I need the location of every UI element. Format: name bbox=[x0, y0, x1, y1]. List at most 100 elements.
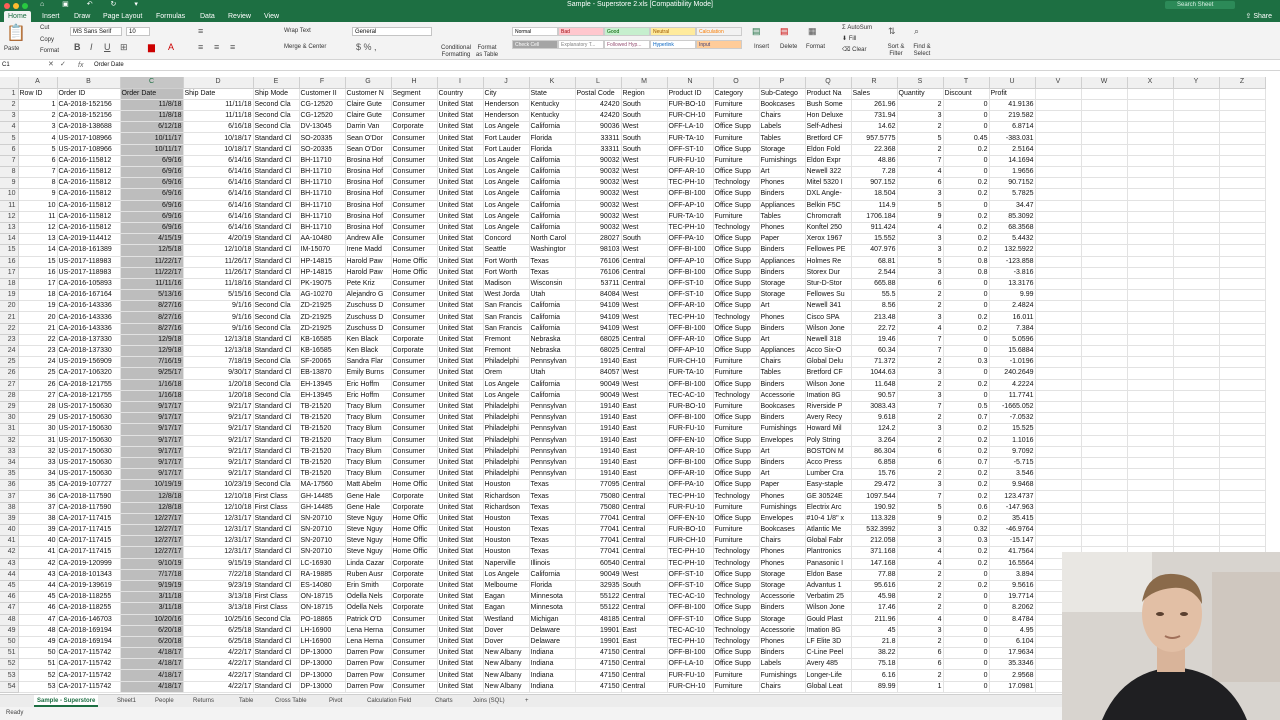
cell[interactable] bbox=[1173, 132, 1220, 145]
cell[interactable]: 9 bbox=[897, 211, 944, 223]
cell[interactable]: 48.86 bbox=[851, 155, 898, 168]
cell[interactable]: Pennsylvan bbox=[529, 412, 576, 425]
cell[interactable] bbox=[1219, 356, 1266, 369]
cell[interactable]: Sean O'Dor bbox=[345, 144, 392, 156]
cell[interactable]: 113.328 bbox=[851, 513, 898, 526]
cell[interactable]: 71.372 bbox=[851, 356, 898, 369]
cell[interactable] bbox=[1127, 379, 1174, 391]
cell[interactable]: -383.031 bbox=[989, 132, 1036, 145]
cell[interactable]: Consumer bbox=[391, 669, 438, 682]
cell[interactable]: Consumer bbox=[391, 457, 438, 470]
cell[interactable]: HP-14815 bbox=[299, 267, 346, 279]
cell[interactable] bbox=[1081, 323, 1128, 335]
cell[interactable]: 6/25/18 bbox=[183, 636, 254, 649]
cell[interactable]: OFF-EN-10 bbox=[667, 513, 714, 526]
cell[interactable]: 21.8 bbox=[851, 636, 898, 649]
cell[interactable] bbox=[1127, 323, 1174, 335]
cell[interactable] bbox=[1219, 435, 1266, 447]
cell[interactable]: 0.2 bbox=[943, 446, 990, 458]
cell[interactable]: FUR-TA-10 bbox=[667, 211, 714, 223]
cell[interactable]: OFF-AR-10 bbox=[667, 334, 714, 347]
cell[interactable]: 3/13/18 bbox=[183, 591, 254, 604]
cell[interactable]: Office Supp bbox=[713, 658, 760, 671]
cell[interactable]: Furniture bbox=[713, 423, 760, 436]
cell[interactable]: 9/10/19 bbox=[120, 558, 184, 570]
cell[interactable]: HP-14815 bbox=[299, 256, 346, 268]
cell[interactable]: 5/15/16 bbox=[183, 289, 254, 302]
cell[interactable]: 1 bbox=[897, 681, 944, 693]
cell[interactable]: CA-2017-115742 bbox=[57, 658, 121, 671]
cell[interactable]: Philadelphi bbox=[483, 446, 530, 458]
cell[interactable]: Central bbox=[621, 278, 668, 291]
cell[interactable]: 55122 bbox=[575, 602, 622, 615]
cell[interactable]: Brosina Hof bbox=[345, 155, 392, 168]
cell[interactable]: 9/17/17 bbox=[120, 423, 184, 436]
cell[interactable]: Indiana bbox=[529, 647, 576, 660]
cell[interactable]: Michigan bbox=[529, 614, 576, 626]
cell[interactable]: Steve Nguy bbox=[345, 524, 392, 537]
cell[interactable]: CA-2018-121755 bbox=[57, 390, 121, 402]
cell[interactable] bbox=[1127, 110, 1174, 123]
cell[interactable] bbox=[1081, 345, 1128, 358]
cell[interactable]: Binders bbox=[759, 267, 806, 279]
cell[interactable]: Los Angele bbox=[483, 188, 530, 201]
cell[interactable]: 0.2 bbox=[943, 490, 990, 503]
cell[interactable]: FUR-TA-10 bbox=[667, 132, 714, 145]
cell[interactable]: DP-13000 bbox=[299, 681, 346, 693]
cell[interactable]: 0.2 bbox=[943, 188, 990, 201]
cell[interactable]: United Stat bbox=[437, 524, 484, 537]
cell[interactable]: 9/17/17 bbox=[120, 468, 184, 481]
cell[interactable]: California bbox=[529, 177, 576, 190]
row-header[interactable]: 50 bbox=[0, 636, 19, 649]
cell[interactable]: United Stat bbox=[437, 401, 484, 414]
cell[interactable]: Patrick O'D bbox=[345, 614, 392, 626]
cell[interactable]: Furniture bbox=[713, 681, 760, 693]
cell[interactable] bbox=[1219, 222, 1266, 235]
cell[interactable] bbox=[1081, 300, 1128, 313]
cell[interactable]: City bbox=[483, 88, 530, 100]
cell[interactable]: 0 bbox=[943, 155, 990, 168]
cell[interactable]: Office Supp bbox=[713, 244, 760, 257]
cell[interactable]: Chairs bbox=[759, 681, 806, 693]
cell[interactable]: 25 bbox=[18, 367, 58, 380]
cell[interactable]: 8 bbox=[18, 177, 58, 190]
cell[interactable]: 16.5564 bbox=[989, 558, 1036, 570]
cell[interactable]: 9/17/17 bbox=[120, 435, 184, 447]
cell[interactable]: 13 bbox=[18, 233, 58, 246]
cell[interactable]: 2.9568 bbox=[989, 669, 1036, 682]
cell[interactable]: Brosina Hof bbox=[345, 222, 392, 235]
cell[interactable]: 68025 bbox=[575, 334, 622, 347]
cell-style-9[interactable]: Input bbox=[696, 40, 742, 49]
cell[interactable]: Madison bbox=[483, 278, 530, 291]
row-header[interactable]: 2 bbox=[0, 99, 19, 112]
row-header[interactable]: 27 bbox=[0, 379, 19, 391]
cell[interactable]: Philadelphi bbox=[483, 435, 530, 447]
cell[interactable]: 6.858 bbox=[851, 457, 898, 470]
cell[interactable]: Central bbox=[621, 334, 668, 347]
cell[interactable]: 6/16/18 bbox=[183, 121, 254, 134]
cell[interactable]: OFF-BI-100 bbox=[667, 267, 714, 279]
cell[interactable]: BH-11710 bbox=[299, 222, 346, 235]
cell[interactable]: Office Supp bbox=[713, 468, 760, 481]
cell[interactable]: BH-11710 bbox=[299, 200, 346, 212]
cell[interactable]: 371.168 bbox=[851, 546, 898, 559]
cell[interactable] bbox=[1081, 423, 1128, 436]
cell[interactable]: Consumer bbox=[391, 356, 438, 369]
cell[interactable]: Philadelphi bbox=[483, 457, 530, 470]
cell[interactable]: Standard Cl bbox=[253, 177, 300, 190]
cell[interactable] bbox=[1035, 110, 1082, 123]
cell[interactable]: 85.3092 bbox=[989, 211, 1036, 223]
cell[interactable] bbox=[1219, 144, 1266, 156]
cell[interactable]: 51 bbox=[18, 658, 58, 671]
column-header[interactable]: I bbox=[437, 77, 484, 89]
row-header[interactable]: 7 bbox=[0, 155, 19, 168]
cell[interactable]: Houston bbox=[483, 479, 530, 492]
cell[interactable]: GH-14485 bbox=[299, 490, 346, 503]
cell[interactable]: Consumer bbox=[391, 446, 438, 458]
insert-cells-icon[interactable]: ▤ bbox=[752, 26, 761, 36]
cell[interactable]: Panasonic I bbox=[805, 558, 852, 570]
cell[interactable]: 77041 bbox=[575, 524, 622, 537]
column-header[interactable]: M bbox=[621, 77, 668, 89]
format-painter-button[interactable]: Format bbox=[40, 48, 59, 55]
cell[interactable]: 32 bbox=[18, 446, 58, 458]
